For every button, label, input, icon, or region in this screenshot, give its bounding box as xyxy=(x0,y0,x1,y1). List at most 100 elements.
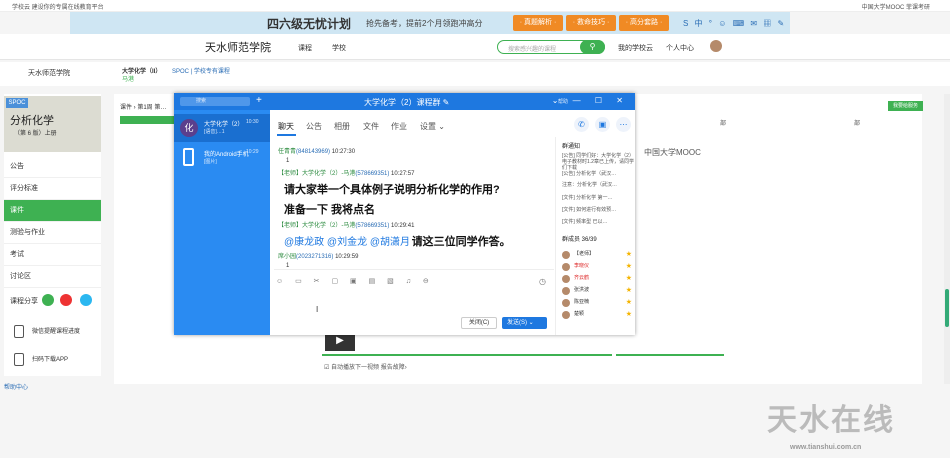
divider xyxy=(274,269,554,270)
conv-item-phone[interactable]: 我的Android手机 [图片] 10:29 xyxy=(174,144,270,172)
wechat-remind[interactable]: 微信提醒课程进度 xyxy=(4,320,101,344)
top-left-links[interactable]: 学校云 建设你的专属在线教育平台 xyxy=(12,2,104,11)
history-icon[interactable]: ◷ xyxy=(539,277,546,286)
tab-chat[interactable]: 聊天 xyxy=(278,121,294,132)
more-icon[interactable]: ⋯ xyxy=(616,117,631,132)
chat-messages: 任青青(848143969) 10:27:30 1 【老师】大学化学（2）-马港… xyxy=(278,137,548,272)
message: 任青青(848143969) 10:27:30 1 xyxy=(278,146,355,164)
search-input[interactable]: 搜索感兴趣的课程 ⚲ xyxy=(497,40,605,54)
sender[interactable]: 任青青(848143969) xyxy=(278,149,330,155)
video-progress-1[interactable] xyxy=(322,354,612,356)
promo-banner[interactable]: 四六级无忧计划 抢先备考，提前2个月领跑冲高分 · 真题解析 · · 救命技巧 … xyxy=(70,12,790,34)
scrollbar-thumb[interactable] xyxy=(945,289,949,327)
share-screen-icon[interactable]: ▣ xyxy=(595,117,610,132)
active-tab-indicator xyxy=(277,134,296,136)
msg-time: 10:29:59 xyxy=(335,254,359,260)
member-item[interactable]: 李晓仪 ★ xyxy=(562,261,632,272)
column-header-2: 部 xyxy=(854,121,861,127)
mentions[interactable]: @康龙政 @刘金龙 @胡潇月 xyxy=(284,237,410,248)
share-label: 课程分享 xyxy=(10,298,38,305)
tab-announcement[interactable]: 公告 xyxy=(306,121,322,132)
tab-homework[interactable]: 作业 xyxy=(391,121,407,132)
top-bar: 学校云 建设你的专属在线教育平台 中国大学MOOC 菲课考研 xyxy=(0,0,950,12)
search-placeholder: 搜索感兴趣的课程 xyxy=(508,47,557,53)
conv-name: 大学化学（2） xyxy=(204,122,244,128)
video-progress-2[interactable] xyxy=(616,354,724,356)
banner-btn-2[interactable]: · 救命技巧 · xyxy=(566,15,616,31)
conv-time: 10:29 xyxy=(246,149,259,155)
book-subtitle: （第 6 版）上册 xyxy=(14,131,57,137)
progress-tab[interactable] xyxy=(120,116,175,124)
notice-item[interactable]: 注意：分析化学（武汉… xyxy=(562,182,634,188)
sidebar-item-announce[interactable]: 公告 xyxy=(4,156,101,178)
autoplay-option[interactable]: ☑ 自动播放下一视频 报告故障› xyxy=(324,362,407,371)
weibo-share-icon[interactable] xyxy=(60,294,72,306)
input-method-icons[interactable]: S 中 ° ☺ ⌨ ✉ ▦ ✎ xyxy=(683,18,786,29)
close-button[interactable]: 关闭(C) xyxy=(461,317,497,329)
member-item[interactable]: 【老师】 ★ xyxy=(562,249,632,260)
phone-icon xyxy=(183,148,194,166)
banner-subtitle: 抢先备考，提前2个月领跑冲高分 xyxy=(366,19,483,28)
sidebar-item-grading[interactable]: 评分标准 xyxy=(4,178,101,200)
member-item[interactable]: 陈亚楠 ★ xyxy=(562,297,632,308)
msg-time: 10:27:57 xyxy=(391,171,415,177)
breadcrumb[interactable]: 课件 › 第1周 第… xyxy=(120,102,166,111)
feedback-button[interactable]: 我要给服务 xyxy=(888,101,923,111)
course-teacher[interactable]: 马港 xyxy=(122,74,134,83)
msg-text: 准备一下 我将点名 xyxy=(284,204,376,216)
qq-titlebar[interactable]: 搜索 + 大学化学（2）课程群 ✎ 帮助 ⌄ — ☐ ✕ xyxy=(174,93,635,110)
nav-personal[interactable]: 个人中心 xyxy=(666,43,694,53)
send-button[interactable]: 发送(S) ⌄ xyxy=(502,317,547,329)
tab-files[interactable]: 文件 xyxy=(363,121,379,132)
add-icon[interactable]: + xyxy=(256,96,262,106)
download-app[interactable]: 扫码下载APP xyxy=(4,348,101,372)
tab-album[interactable]: 相册 xyxy=(334,121,350,132)
message: 【老师】大学化学（2）-马港(578669351) 10:29:41 @康龙政 … xyxy=(278,220,511,249)
sender[interactable]: 【老师】大学化学（2）-马港(578669351) xyxy=(278,171,389,177)
nav-course[interactable]: 课程 xyxy=(298,43,312,53)
nav-school[interactable]: 学校 xyxy=(332,43,346,53)
sidebar-item-exam[interactable]: 考试 xyxy=(4,244,101,266)
sender[interactable]: 【老师】大学化学（2）-马港(578669351) xyxy=(278,223,389,229)
book-title: 分析化学 xyxy=(10,115,54,127)
banner-title: 四六级无忧计划 xyxy=(267,17,352,31)
phone-call-icon[interactable]: ✆ xyxy=(574,117,589,132)
site-logo[interactable]: 天水师范学院 xyxy=(205,39,271,55)
banner-btn-3[interactable]: · 高分套路 · xyxy=(619,15,669,31)
member-item[interactable]: 齐云鹤 ★ xyxy=(562,273,632,284)
search-icon[interactable]: ⚲ xyxy=(580,40,605,54)
qq-search-input[interactable]: 搜索 xyxy=(180,97,250,106)
nav-my-cloud[interactable]: 我的学校云 xyxy=(618,43,653,53)
sidebar-item-courseware[interactable]: 课件 xyxy=(4,200,101,222)
conv-name: 我的Android手机 xyxy=(204,152,249,158)
window-controls[interactable]: ⌄ — ☐ ✕ xyxy=(552,96,629,105)
tab-settings[interactable]: 设置 ⌄ xyxy=(420,121,445,132)
sender[interactable]: 席小园(2023271316) xyxy=(278,254,333,260)
notice-item[interactable]: [公告] 同学们好：大学化学（2）电子教材时1.2章已上传，请同学们下载 xyxy=(562,153,634,171)
wechat-share-icon[interactable] xyxy=(42,294,54,306)
member-item[interactable]: 楚颖 ★ xyxy=(562,309,632,320)
conv-preview: [语音]…1 xyxy=(204,129,225,135)
msg-text: 请大家举一个具体例子说明分析化学的作用? xyxy=(284,184,500,196)
member-item[interactable]: 张洪波 ★ xyxy=(562,285,632,296)
column-header-1: 部 xyxy=(720,121,727,127)
notice-item[interactable]: [文件] 频率型 已以… xyxy=(562,219,634,225)
notice-item[interactable]: [文件] 如何进行有效预… xyxy=(562,207,634,213)
qq-share-icon[interactable] xyxy=(80,294,92,306)
phone-icon xyxy=(14,353,24,366)
watermark-logo: 天水在线 xyxy=(767,404,895,437)
help-center-link[interactable]: 帮助中心 xyxy=(4,382,28,391)
sidebar-item-quiz[interactable]: 测验与作业 xyxy=(4,222,101,244)
banner-btn-1[interactable]: · 真题解析 · xyxy=(513,15,563,31)
notice-item[interactable]: [文件] 分析化学 第一… xyxy=(562,195,634,201)
conv-item-course-group[interactable]: 化 大学化学（2） [语音]…1 10:30 xyxy=(174,114,270,142)
input-toolbar[interactable]: ☺ ▭ ✂ ▢ ▣ ▤ ▧ ♫ ⊖ xyxy=(276,277,434,285)
qq-window-title: 大学化学（2）课程群 ✎ xyxy=(364,98,450,107)
page-scrollbar[interactable] xyxy=(944,94,950,384)
notice-title: 群通知 xyxy=(562,144,581,150)
notice-item[interactable]: [公告] 分析化学（武汉… xyxy=(562,171,634,177)
sidebar-item-discussion[interactable]: 讨论区 xyxy=(4,266,101,288)
group-side-panel: 群通知 [公告] 同学们好：大学化学（2）电子教材时1.2章已上传，请同学们下载… xyxy=(555,137,635,335)
avatar[interactable] xyxy=(710,40,722,52)
top-right-links[interactable]: 中国大学MOOC 菲课考研 xyxy=(862,2,930,11)
